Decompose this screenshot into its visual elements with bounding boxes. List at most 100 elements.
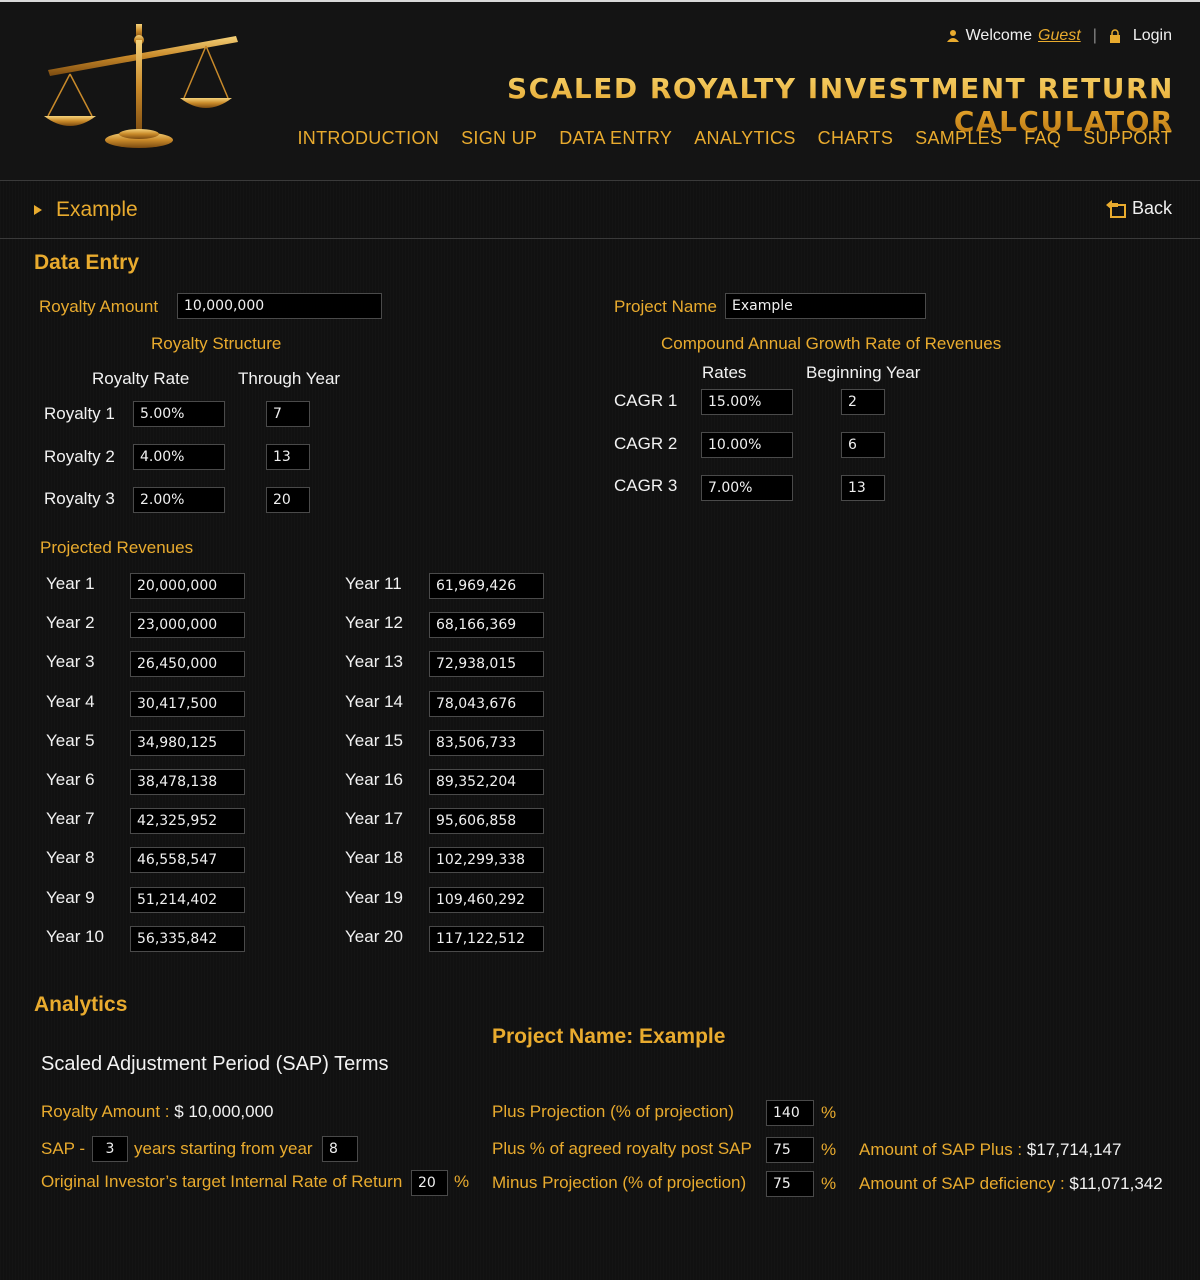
cagr-year-input[interactable] (841, 432, 885, 458)
sap-plus-value: $17,714,147 (1026, 1140, 1122, 1159)
revenue-value-input[interactable] (429, 612, 544, 639)
cagr-year-input[interactable] (841, 389, 885, 415)
revenue-value-input[interactable] (130, 651, 245, 678)
royalty-year-input[interactable] (266, 487, 310, 513)
revenue-value-input[interactable] (130, 690, 245, 717)
revenue-value-input[interactable] (429, 690, 544, 717)
guest-link[interactable]: Guest (1038, 27, 1081, 45)
back-button[interactable]: Back (1104, 198, 1172, 219)
revenue-year-label: Year 12 (345, 613, 403, 633)
revenue-value-input[interactable] (429, 729, 544, 756)
royalty-rate-input[interactable] (133, 401, 225, 427)
analytics-royalty-amount-label: Royalty Amount : (41, 1102, 175, 1121)
scales-logo-icon (44, 24, 238, 148)
sap-deficiency-amount: Amount of SAP deficiency : $11,071,342 (859, 1174, 1163, 1194)
royalty-label: Royalty 1 (44, 404, 115, 423)
sap-plus-label: Amount of SAP Plus : (859, 1140, 1027, 1159)
revenue-value-input[interactable] (429, 808, 544, 835)
nav-support[interactable]: SUPPORT (1083, 128, 1172, 149)
revenue-value-input[interactable] (130, 925, 245, 952)
revenue-year-label: Year 1 (46, 574, 95, 593)
nav-faq[interactable]: FAQ (1024, 128, 1061, 149)
nav-analytics[interactable]: ANALYTICS (694, 128, 795, 149)
revenue-value-input[interactable] (429, 651, 544, 678)
minus-projection-input[interactable] (766, 1171, 814, 1197)
analytics-royalty-amount-value: $ 10,000,000 (174, 1102, 274, 1121)
revenue-value-input[interactable] (130, 729, 245, 756)
revenue-year-label: Year 10 (46, 926, 104, 946)
percent-sign: % (821, 1140, 837, 1159)
revenue-value-input[interactable] (429, 847, 544, 874)
royalty-amount-input[interactable] (177, 293, 382, 319)
revenue-year-label: Year 7 (46, 809, 95, 829)
cagr-year-input[interactable] (841, 475, 885, 501)
revenue-year-label: Year 11 (345, 574, 402, 593)
lock-icon (1109, 29, 1120, 43)
revenue-year-label: Year 19 (345, 887, 403, 907)
revenue-year-label: Year 14 (345, 691, 403, 711)
sap-years-input[interactable] (92, 1136, 128, 1162)
irr-input[interactable] (411, 1170, 448, 1196)
header-divider (0, 180, 1200, 181)
revenue-year-label: Year 20 (345, 926, 403, 946)
rates-header: Rates (702, 363, 747, 382)
cagr-label: CAGR 1 (614, 391, 678, 410)
revenue-year-label: Year 9 (46, 887, 95, 907)
nav-samples[interactable]: SAMPLES (915, 128, 1002, 149)
welcome-bar: Welcome Guest | Login (946, 27, 1172, 45)
cagr-rate-input[interactable] (701, 475, 793, 501)
plus-pct-input[interactable] (766, 1137, 814, 1163)
royalty-label: Royalty 2 (44, 447, 115, 466)
beginning-year-header: Beginning Year (806, 363, 921, 382)
project-name-input[interactable] (725, 293, 926, 319)
revenue-value-input[interactable] (429, 573, 544, 599)
revenue-value-input[interactable] (130, 612, 245, 639)
revenue-year-label: Year 2 (46, 613, 95, 633)
revenue-year-label: Year 16 (345, 770, 403, 789)
royalty-structure-title: Royalty Structure (151, 334, 282, 353)
user-icon (946, 30, 959, 42)
sap-starting-label: years starting from year (134, 1139, 313, 1158)
project-name-heading: Project Name: Example (492, 1025, 726, 1048)
breadcrumb-page: Example (56, 198, 138, 221)
percent-sign: % (821, 1174, 837, 1193)
revenue-value-input[interactable] (130, 847, 245, 874)
revenue-year-label: Year 13 (345, 652, 403, 672)
revenue-value-input[interactable] (130, 769, 245, 795)
revenue-value-input[interactable] (130, 808, 245, 835)
irr-label: Original Investor’s target Internal Rate… (41, 1172, 403, 1191)
cagr-rate-input[interactable] (701, 432, 793, 458)
breadcrumb-arrow-icon (34, 205, 42, 215)
sap-label: SAP - (41, 1139, 86, 1158)
back-label: Back (1131, 198, 1172, 218)
revenue-value-input[interactable] (429, 769, 544, 795)
nav-data-entry[interactable]: DATA ENTRY (559, 128, 672, 149)
back-arrow-icon (1105, 199, 1126, 218)
revenue-value-input[interactable] (130, 573, 245, 599)
sap-start-year-input[interactable] (322, 1136, 358, 1162)
royalty-rate-input[interactable] (133, 487, 225, 513)
revenue-value-input[interactable] (429, 886, 544, 913)
plus-projection-input[interactable] (766, 1100, 814, 1126)
nav-charts[interactable]: CHARTS (818, 128, 893, 149)
revenue-value-input[interactable] (429, 925, 544, 952)
royalty-year-input[interactable] (266, 444, 310, 470)
royalty-year-input[interactable] (266, 401, 310, 427)
nav-introduction[interactable]: INTRODUCTION (298, 128, 440, 149)
login-link[interactable]: Login (1133, 27, 1172, 45)
nav-sign-up[interactable]: SIGN UP (461, 128, 537, 149)
revenue-year-label: Year 5 (46, 730, 95, 750)
cagr-rate-input[interactable] (701, 389, 793, 415)
sap-terms-title: Scaled Adjustment Period (SAP) Terms (41, 1053, 389, 1075)
welcome-label: Welcome (965, 27, 1032, 44)
cagr-label: CAGR 3 (614, 476, 678, 495)
revenue-year-label: Year 3 (46, 652, 95, 672)
royalty-rate-input[interactable] (133, 444, 225, 470)
percent-sign: % (454, 1172, 470, 1191)
through-year-header: Through Year (238, 369, 341, 388)
projected-revenues-title: Projected Revenues (40, 538, 194, 557)
royalty-rate-header: Royalty Rate (92, 369, 190, 388)
revenue-value-input[interactable] (130, 886, 245, 913)
revenue-year-label: Year 8 (46, 848, 95, 868)
minus-projection-label: Minus Projection (% of projection) (492, 1173, 747, 1192)
